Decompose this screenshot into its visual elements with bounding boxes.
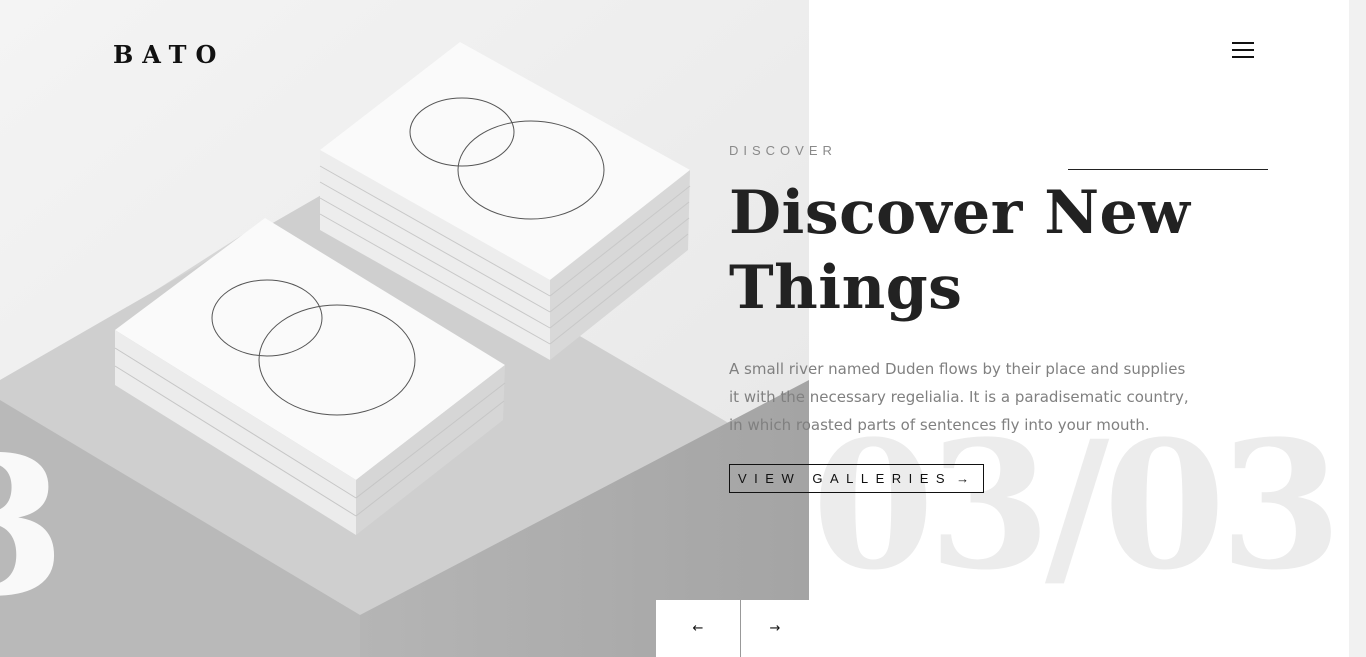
eyebrow-label: DISCOVER	[729, 143, 837, 158]
menu-line	[1232, 56, 1254, 58]
page-title: Discover New Things	[729, 176, 1209, 326]
view-galleries-button[interactable]: VIEW GALLERIES →	[729, 464, 985, 493]
title-line-2: Things	[729, 253, 963, 323]
hero-image: 3	[0, 0, 809, 657]
arrow-right-icon: →	[769, 621, 781, 636]
page: 3 BATO 03/03 DISCOVER Discover New Thing…	[0, 0, 1366, 657]
title-line-1: Discover New	[729, 178, 1191, 248]
brand-logo[interactable]: BATO	[113, 40, 225, 69]
slide-number-fragment: 3	[0, 432, 66, 622]
hamburger-menu-icon[interactable]	[1232, 41, 1254, 59]
slider-next-button[interactable]: →	[741, 600, 809, 657]
hero-description: A small river named Duden flows by their…	[729, 360, 1189, 434]
hero-content: DISCOVER Discover New Things A small riv…	[729, 140, 1209, 493]
arrow-right-icon: →	[956, 471, 970, 486]
view-galleries-label: VIEW GALLERIES	[738, 471, 953, 486]
menu-line	[1232, 42, 1254, 44]
menu-line	[1232, 49, 1254, 51]
scrollbar-track[interactable]	[1349, 0, 1366, 657]
books-illustration	[0, 0, 809, 657]
arrow-left-icon: ←	[692, 621, 704, 636]
slider-prev-button[interactable]: ←	[656, 600, 740, 657]
slider-nav-divider	[740, 600, 741, 657]
